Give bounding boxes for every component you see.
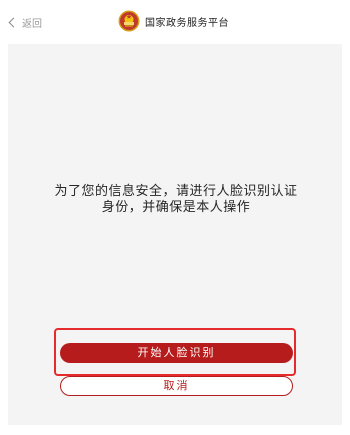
security-notice: 为了您的信息安全，请进行人脸识别认证 身份，并确保是本人操作 — [28, 184, 324, 216]
page-title: 国家政务服务平台 — [145, 17, 229, 29]
start-face-recognition-button[interactable]: 开始人脸识别 — [60, 343, 293, 363]
back-button[interactable]: 返回 — [8, 13, 42, 31]
notice-line-2: 身份，并确保是本人操作 — [101, 200, 251, 215]
content-area: 为了您的信息安全，请进行人脸识别认证 身份，并确保是本人操作 开始人脸识别 取消 — [8, 44, 342, 425]
screen: 返回 国家政务服务平台 为了您的信息安全，请进行人脸识别认证 身份，并确保是本人… — [0, 0, 350, 435]
chevron-left-icon — [8, 17, 19, 28]
national-emblem-icon — [118, 10, 140, 32]
cancel-button[interactable]: 取消 — [60, 376, 293, 396]
notice-line-1: 为了您的信息安全，请进行人脸识别认证 — [54, 184, 298, 199]
nav-bar: 返回 国家政务服务平台 — [0, 0, 350, 44]
back-label: 返回 — [22, 18, 42, 30]
brand: 国家政务服务平台 — [118, 9, 229, 33]
